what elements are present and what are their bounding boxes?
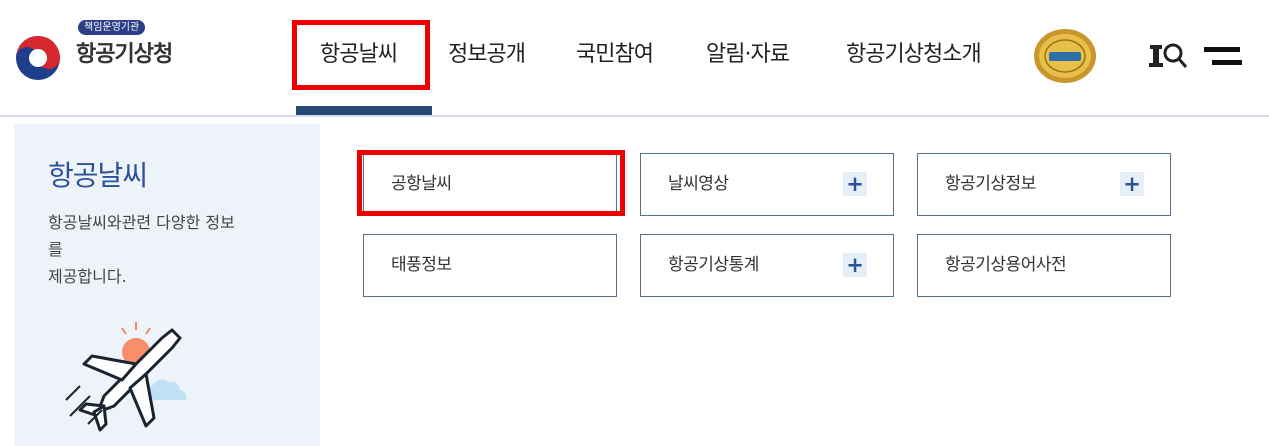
- airplane-icon: [65, 322, 187, 432]
- submenu-aviation-weather-glossary[interactable]: 항공기상용어사전: [917, 234, 1171, 297]
- taegeuk-logo-icon: [16, 36, 60, 80]
- expand-plus-icon[interactable]: +: [1120, 172, 1144, 196]
- submenu-aviation-weather-info[interactable]: 항공기상정보 +: [917, 153, 1171, 216]
- submenu-weather-imagery[interactable]: 날씨영상 +: [640, 153, 894, 216]
- expand-plus-icon[interactable]: +: [843, 172, 867, 196]
- expand-plus-icon[interactable]: +: [843, 253, 867, 277]
- nav-item-notices-materials[interactable]: 알림·자료: [706, 20, 790, 90]
- award-emblem-icon: [1034, 29, 1096, 83]
- submenu-typhoon-info[interactable]: 태풍정보: [363, 234, 617, 297]
- menu-icon[interactable]: [1202, 44, 1244, 70]
- site-logo[interactable]: 책임운영기관 항공기상청: [14, 20, 214, 90]
- nav-item-information-disclosure[interactable]: 정보공개: [448, 20, 526, 90]
- site-header: 책임운영기관 항공기상청 항공날씨 정보공개 국민참여 알림·자료 항공기상청소…: [0, 0, 1269, 116]
- nav-item-public-participation[interactable]: 국민참여: [576, 20, 654, 90]
- logo-badge: 책임운영기관: [78, 20, 146, 35]
- section-title: 항공날씨: [48, 159, 148, 192]
- search-icon[interactable]: [1146, 40, 1190, 72]
- logo-text: 항공기상청: [76, 42, 173, 67]
- highlight-box-submenu: [357, 150, 625, 216]
- section-intro-panel: 항공날씨 항공날씨와관련 다양한 정보 를 제공합니다.: [14, 124, 320, 446]
- header-divider: [0, 115, 1269, 117]
- section-description: 항공날씨와관련 다양한 정보 를 제공합니다.: [48, 213, 235, 286]
- submenu-aviation-weather-statistics[interactable]: 항공기상통계 +: [640, 234, 894, 297]
- highlight-box-nav: [292, 20, 430, 90]
- nav-item-about[interactable]: 항공기상청소개: [846, 20, 982, 90]
